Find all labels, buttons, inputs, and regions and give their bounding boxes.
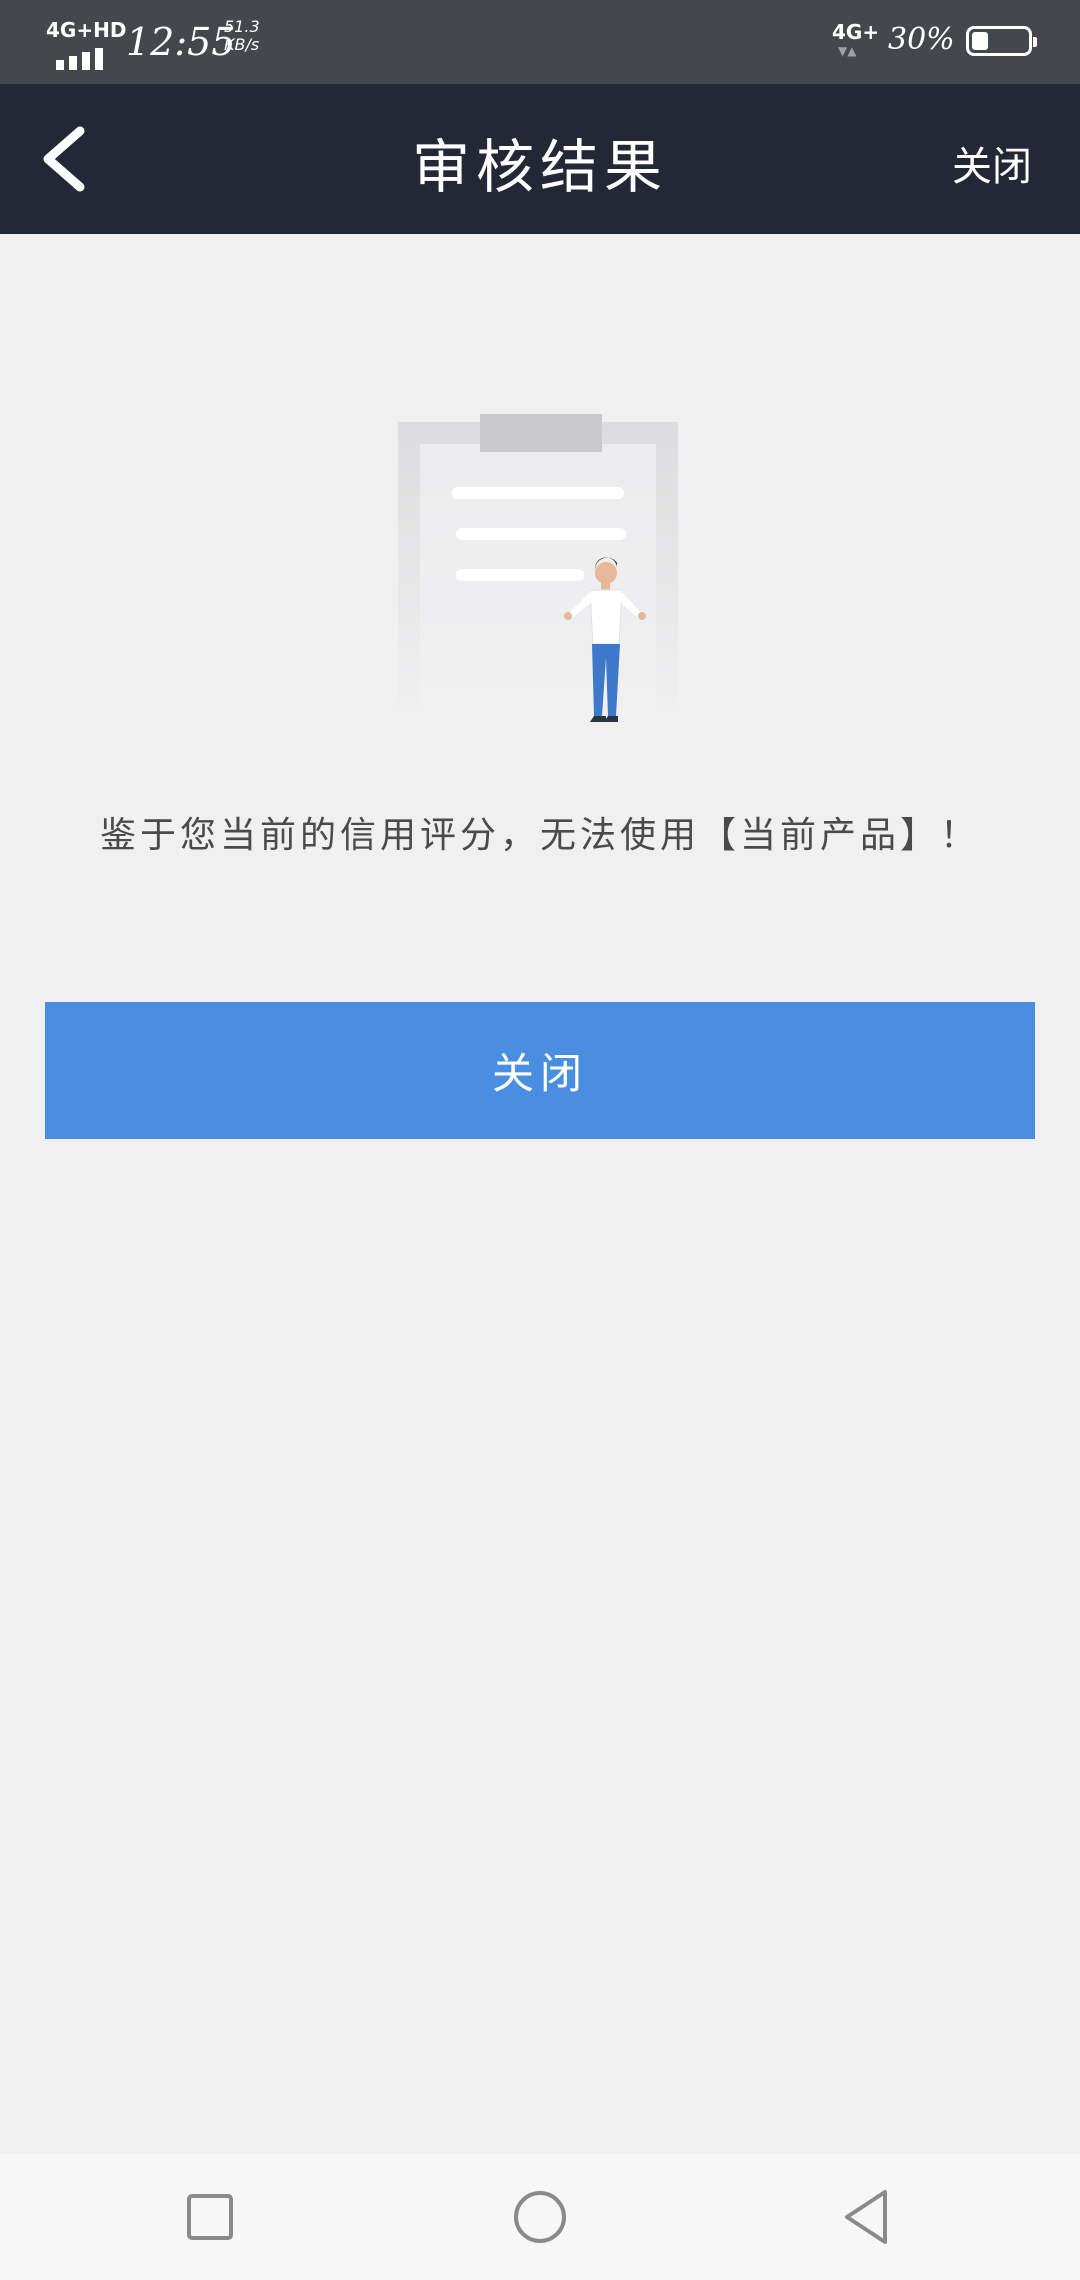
clipboard-paper [420,444,656,724]
network-type-right: 4G+ [832,20,880,44]
battery-icon [966,26,1037,56]
signal-icon [56,44,114,70]
clock: 12:55 [126,20,236,64]
triangle-back-icon[interactable] [833,2182,903,2252]
nav-bar: 审核结果 关闭 [0,84,1080,234]
battery-percent: 30% [888,22,955,57]
network-type-left: 4G+HD [46,18,127,42]
paper-line [456,528,626,540]
system-navigation-bar [0,2154,1080,2280]
status-right: 4G+ ▼▲ 30% [832,16,1037,66]
paper-line [456,569,584,581]
network-speed: 51.3 KB/s [224,17,260,54]
battery-fill [972,32,988,50]
nav-close-button[interactable]: 关闭 [952,134,1032,192]
clipboard-person-illustration [398,410,682,740]
status-bar: 4G+HD 12:55 51.3 KB/s 4G+ ▼▲ 30% [0,0,1080,84]
clipboard-clip [480,414,602,452]
close-button[interactable]: 关闭 [45,1002,1035,1139]
square-icon[interactable] [175,2182,245,2252]
data-activity-icon: ▼▲ [838,44,857,58]
page-title: 审核结果 [411,133,668,201]
paper-line [452,487,624,499]
rejection-message: 鉴于您当前的信用评分，无法使用【当前产品】！ [99,815,980,856]
circle-icon[interactable] [505,2182,575,2252]
